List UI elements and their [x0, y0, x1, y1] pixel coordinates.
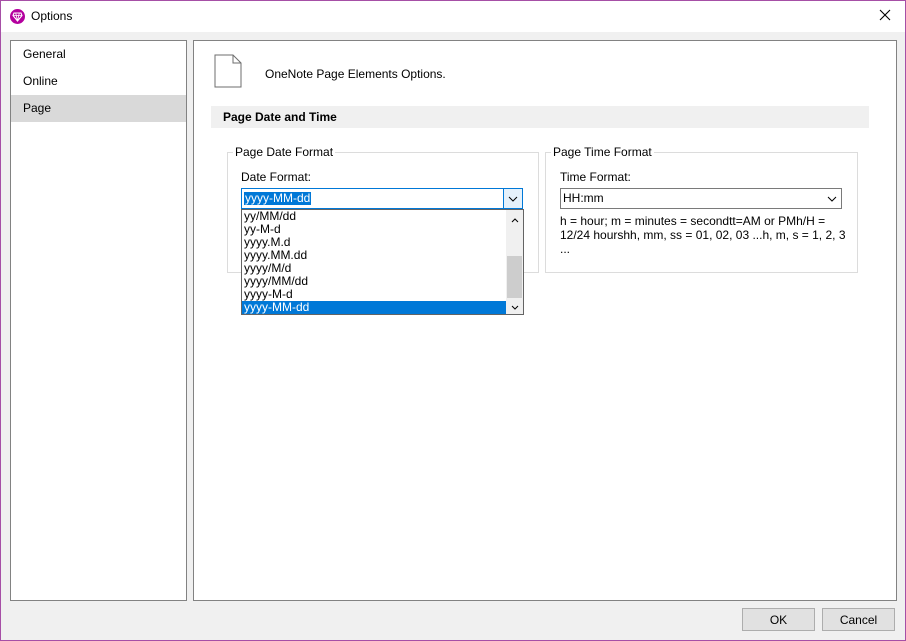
sidebar-item-online[interactable]: Online	[11, 68, 186, 95]
page-icon	[214, 54, 242, 91]
scrollbar-thumb[interactable]	[507, 256, 522, 298]
sidebar-item-label: Page	[23, 101, 52, 115]
sidebar-item-label: Online	[23, 74, 58, 88]
scroll-down-button[interactable]	[506, 297, 523, 314]
time-format-help-text: h = hour; m = minutes = secondtt=AM or P…	[560, 214, 846, 256]
onenote-gem-icon	[10, 9, 25, 24]
section-header: Page Date and Time	[211, 106, 869, 128]
close-button[interactable]	[865, 1, 905, 31]
scroll-up-button[interactable]	[506, 210, 523, 227]
sidebar-item-label: General	[23, 47, 66, 61]
options-dialog: Options General Online Page OneNote Page…	[0, 0, 906, 641]
cancel-button[interactable]: Cancel	[822, 608, 895, 631]
title-bar: Options	[1, 1, 905, 32]
page-options-panel: OneNote Page Elements Options. Page Date…	[193, 40, 897, 601]
sidebar: General Online Page	[10, 40, 187, 601]
sidebar-item-page[interactable]: Page	[11, 95, 186, 122]
date-format-label: Date Format:	[241, 170, 312, 184]
close-icon	[879, 9, 891, 24]
time-format-value: HH:mm	[563, 191, 604, 205]
date-format-combobox[interactable]: yyyy-MM-dd	[241, 188, 523, 209]
time-format-label: Time Format:	[560, 170, 631, 184]
dropdown-scrollbar[interactable]	[506, 210, 523, 314]
time-format-combobox[interactable]: HH:mm	[560, 188, 842, 209]
dropdown-option[interactable]: yy/MM/dd	[242, 210, 506, 223]
dropdown-option-selected[interactable]: yyyy-MM-dd	[242, 301, 506, 314]
chevron-up-icon	[511, 212, 519, 226]
group-legend: Page Date Format	[233, 145, 336, 159]
window-title: Options	[31, 9, 73, 23]
sidebar-item-general[interactable]: General	[11, 41, 186, 68]
chevron-down-icon[interactable]	[503, 189, 522, 208]
date-format-dropdown-list[interactable]: yy/MM/dd yy-M-d yyyy.M.d yyyy.MM.dd yyyy…	[241, 209, 524, 315]
chevron-down-icon[interactable]	[822, 189, 841, 208]
ok-button[interactable]: OK	[742, 608, 815, 631]
chevron-down-icon	[511, 299, 519, 313]
date-format-value: yyyy-MM-dd	[244, 191, 312, 205]
group-legend: Page Time Format	[551, 145, 654, 159]
panel-header-text: OneNote Page Elements Options.	[265, 67, 446, 81]
section-title: Page Date and Time	[223, 110, 337, 124]
